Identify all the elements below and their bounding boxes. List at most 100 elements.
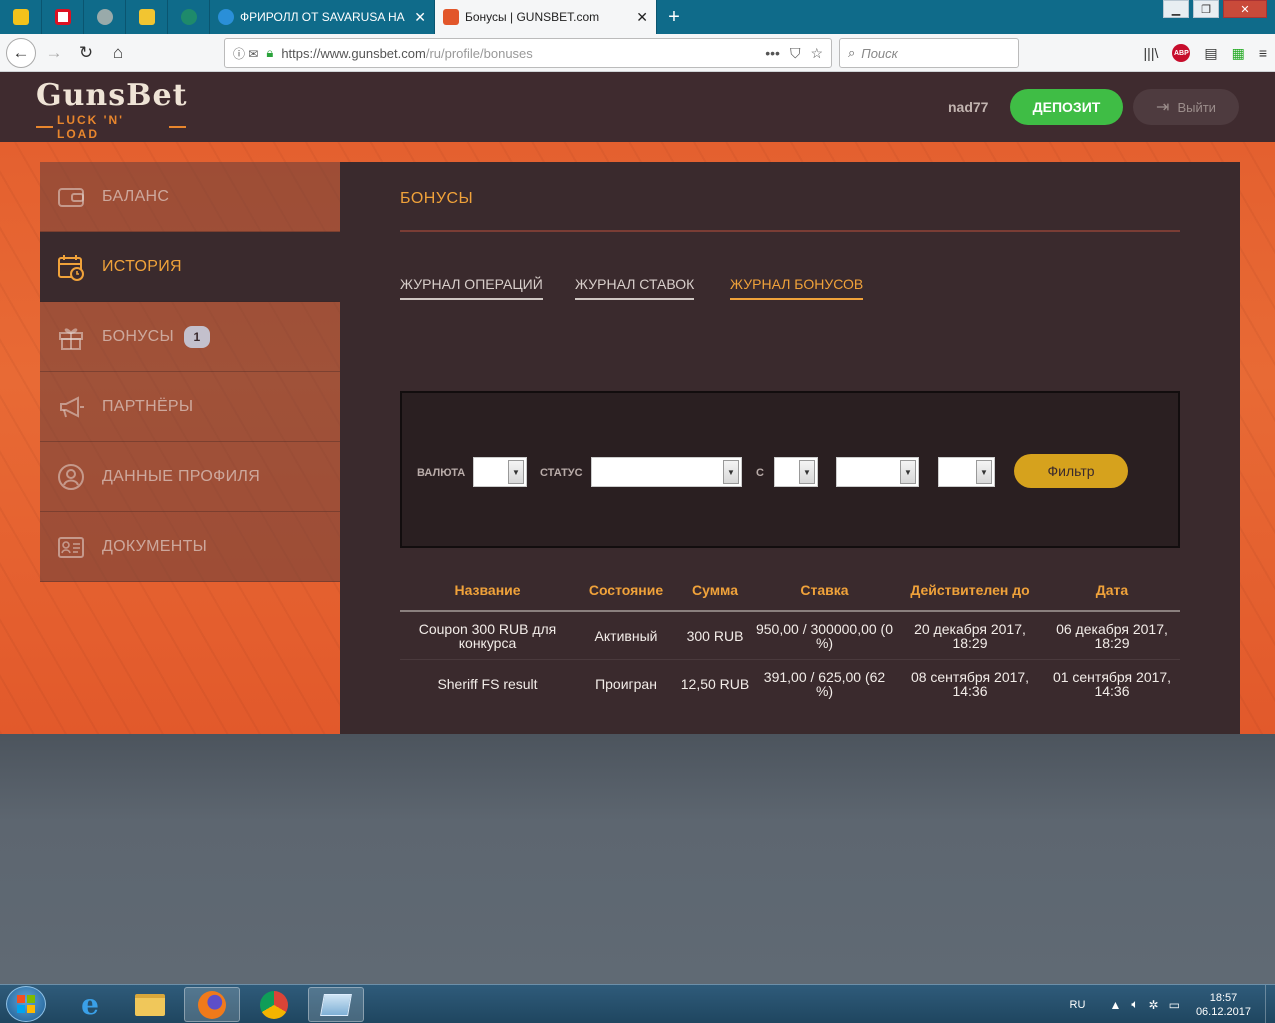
gunsbet-favicon-icon <box>443 9 459 25</box>
tab-bonuses-log[interactable]: ЖУРНАЛ БОНУСОВ <box>730 276 864 300</box>
background-fade <box>0 734 1275 984</box>
year-select[interactable]: ▼ <box>938 457 995 487</box>
reload-button[interactable]: ↻ <box>70 38 102 68</box>
table-row: Sheriff FS result Проигран 12,50 RUB 391… <box>400 660 1180 708</box>
globe-icon <box>96 9 113 25</box>
status-select[interactable]: ▼ <box>591 457 742 487</box>
status-label: СТАТУС <box>540 467 583 479</box>
close-tab-icon[interactable]: ✕ <box>636 9 648 26</box>
pinned-tab-1[interactable] <box>0 0 42 34</box>
chat-icon <box>180 9 197 25</box>
web-page: GunsBet LUCK 'N' LOAD nad77 ДЕПОЗИТ ⇥ Вы… <box>0 72 1275 984</box>
bonus-valid-until: 08 сентября 2017, 14:36 <box>910 669 1030 699</box>
sidebar-item-documents[interactable]: ДОКУМЕНТЫ <box>40 512 340 582</box>
column-header[interactable]: Сумма <box>677 582 753 598</box>
date-from-label: С <box>756 467 764 479</box>
site-favicon-icon <box>218 9 234 25</box>
video-icon <box>12 9 29 25</box>
close-window-button[interactable]: ✕ <box>1223 0 1267 18</box>
sidebar-item-partners[interactable]: ПАРТНЁРЫ <box>40 372 340 442</box>
column-header[interactable]: Состояние <box>575 582 677 598</box>
id-card-icon <box>54 532 88 562</box>
pinned-tab-3[interactable] <box>84 0 126 34</box>
tab-bonuses[interactable]: Бонусы | GUNSBET.com ✕ <box>435 0 657 34</box>
filter-button[interactable]: Фильтр <box>1014 454 1128 488</box>
menu-icon[interactable]: ≡ <box>1259 45 1267 61</box>
show-hidden-icons-icon[interactable]: ▲ <box>1109 998 1121 1012</box>
sidebar-item-profile[interactable]: ДАННЫЕ ПРОФИЛЯ <box>40 442 340 512</box>
chrome-icon <box>260 990 288 1019</box>
chevron-down-icon: ▼ <box>799 460 815 484</box>
day-select[interactable]: ▼ <box>774 457 818 487</box>
taskbar-chrome[interactable] <box>246 987 302 1022</box>
title-divider <box>400 230 1180 232</box>
show-desktop-button[interactable] <box>1265 985 1275 1023</box>
sidebar-item-balance[interactable]: БАЛАНС <box>40 162 340 232</box>
currency-select[interactable]: ▼ <box>473 457 527 487</box>
library-icon[interactable]: |||\ <box>1144 45 1159 61</box>
new-tab-button[interactable]: + <box>657 0 691 34</box>
username[interactable]: nad77 <box>948 99 988 115</box>
pinned-tab-5[interactable] <box>168 0 210 34</box>
logout-button[interactable]: ⇥ Выйти <box>1133 89 1239 125</box>
tab-freeroll[interactable]: ФРИРОЛЛ ОТ SAVARUSA НА 1 ✕ <box>210 0 435 34</box>
search-input[interactable]: ⌕ Поиск <box>839 38 1019 68</box>
page-actions-icon[interactable]: ••• <box>765 45 780 62</box>
adblock-icon[interactable]: ABP <box>1172 44 1191 62</box>
window-app-icon <box>320 993 352 1016</box>
url-host: https://www.gunsbet.com <box>281 45 426 61</box>
sidebar-toggle-icon[interactable]: ▤ <box>1204 45 1217 62</box>
gunsbet-logo[interactable]: GunsBet LUCK 'N' LOAD <box>36 78 188 141</box>
minimize-button[interactable]: ▁ <box>1163 0 1189 18</box>
column-header[interactable]: Ставка <box>753 582 896 598</box>
close-tab-icon[interactable]: ✕ <box>414 9 426 26</box>
deposit-button[interactable]: ДЕПОЗИТ <box>1010 89 1123 125</box>
action-center-icon[interactable]: ▭ <box>1169 998 1180 1012</box>
internet-explorer-icon: e <box>81 988 99 1021</box>
column-header[interactable]: Название <box>400 582 575 598</box>
bonus-status: Активный <box>594 627 658 644</box>
network-icon[interactable]: ✲ <box>1149 998 1159 1012</box>
column-header[interactable]: Дата <box>1044 582 1180 598</box>
start-button[interactable] <box>6 986 46 1022</box>
sidebar-item-label: БАЛАНС <box>102 187 170 205</box>
clock[interactable]: 18:57 06.12.2017 <box>1196 991 1251 1019</box>
wallet-icon <box>54 182 88 212</box>
language-indicator[interactable]: RU <box>1070 999 1086 1011</box>
currency-label: ВАЛЮТА <box>417 467 466 479</box>
sidebar-item-label: ДАННЫЕ ПРОФИЛЯ <box>102 467 261 485</box>
extension-icon[interactable]: ▦ <box>1232 45 1245 62</box>
tab-operations-log[interactable]: ЖУРНАЛ ОПЕРАЦИЙ <box>400 276 543 300</box>
forward-button[interactable]: → <box>38 38 70 68</box>
site-info-icon[interactable]: ⓘ ✉ <box>233 45 258 62</box>
address-bar[interactable]: ⓘ ✉ 🔒︎ https://www.gunsbet.com/ru/profil… <box>224 38 832 68</box>
taskbar-app[interactable] <box>308 987 364 1022</box>
taskbar-firefox[interactable] <box>184 987 240 1022</box>
url-path: /ru/profile/bonuses <box>425 45 533 61</box>
sidebar-item-history[interactable]: ИСТОРИЯ <box>40 232 340 302</box>
home-button[interactable]: ⌂ <box>102 38 134 68</box>
sidebar-item-bonuses[interactable]: БОНУСЫ 1 <box>40 302 340 372</box>
back-button[interactable]: ← <box>6 37 36 68</box>
sidebar-item-label: БОНУСЫ <box>102 327 175 345</box>
pinned-tab-4[interactable] <box>126 0 168 34</box>
chevron-down-icon: ▼ <box>976 460 992 484</box>
taskbar-ie[interactable]: e <box>62 987 118 1022</box>
logo-text: GunsBet <box>36 78 188 113</box>
taskbar-explorer[interactable] <box>122 987 178 1022</box>
sidebar-item-label: ИСТОРИЯ <box>102 257 182 275</box>
pinned-tab-2[interactable] <box>42 0 84 34</box>
bonuses-table: Название Состояние Сумма Ставка Действит… <box>400 570 1180 708</box>
column-header[interactable]: Действителен до <box>896 582 1044 598</box>
tab-bets-log[interactable]: ЖУРНАЛ СТАВОК <box>575 276 695 300</box>
pocket-icon[interactable]: ⛉ <box>790 45 801 62</box>
maximize-button[interactable]: ❐ <box>1193 0 1219 18</box>
logo-tagline: LUCK 'N' LOAD <box>57 113 125 141</box>
bonus-wager: 950,00 / 300000,00 (0 %) <box>755 620 893 651</box>
bonuses-panel: БОНУСЫ ЖУРНАЛ ОПЕРАЦИЙ ЖУРНАЛ СТАВОК ЖУР… <box>340 162 1240 734</box>
volume-icon[interactable]: 🔈︎ <box>1131 997 1138 1012</box>
month-select[interactable]: ▼ <box>836 457 919 487</box>
chevron-down-icon: ▼ <box>508 460 524 484</box>
bookmark-star-icon[interactable]: ☆ <box>810 45 823 62</box>
windows-logo-icon <box>17 995 35 1013</box>
